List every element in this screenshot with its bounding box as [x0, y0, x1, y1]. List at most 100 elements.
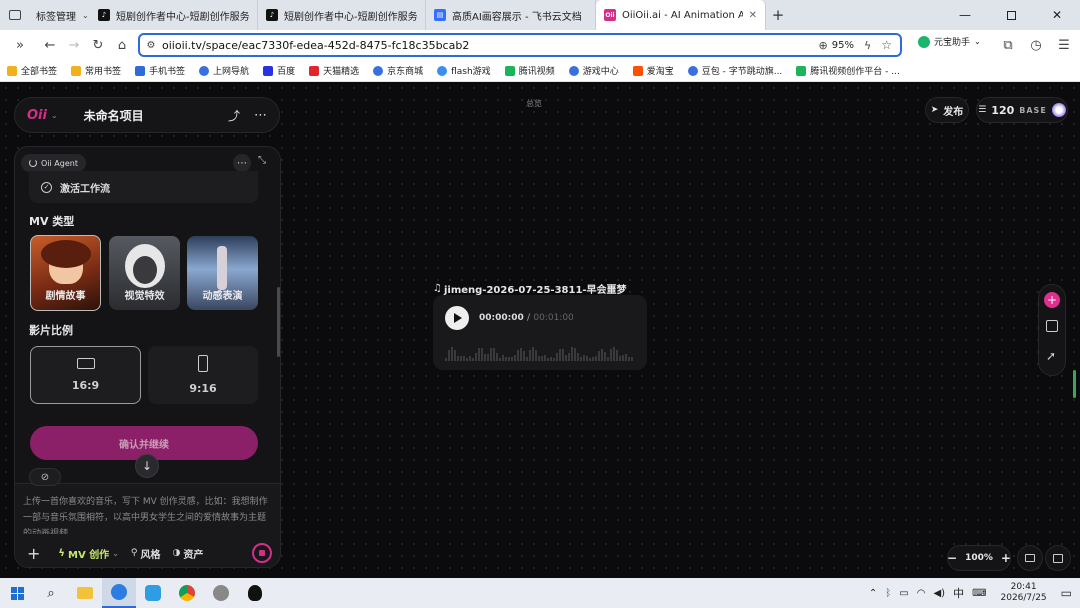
- share-icon[interactable]: ⤴: [228, 107, 240, 124]
- scroll-down-button[interactable]: ↓: [135, 454, 159, 478]
- bookmark-flash[interactable]: flash游戏: [430, 64, 498, 77]
- bookmark-mobile[interactable]: 手机书签: [128, 64, 192, 77]
- qq-icon[interactable]: [238, 578, 272, 608]
- maximize-button[interactable]: [988, 10, 1034, 20]
- canvas-scrollbar[interactable]: [1073, 370, 1076, 398]
- clock[interactable]: 20:41 2026/7/25: [1001, 582, 1047, 604]
- unknown-app-icon[interactable]: [204, 578, 238, 608]
- input-method-icon[interactable]: ⌨: [972, 588, 986, 599]
- display-icon[interactable]: ▭: [899, 588, 908, 599]
- star-icon[interactable]: ☆: [881, 38, 892, 52]
- notification-icon[interactable]: ▭: [1061, 586, 1072, 600]
- prompt-input[interactable]: 上传一首你喜欢的音乐，写下 MV 创作灵感，比如：我想制作一部与音乐氛围相符，以…: [23, 494, 273, 534]
- tab-tab-manager[interactable]: 标签管理 ⌄: [30, 0, 90, 30]
- new-tab-button[interactable]: +: [766, 6, 790, 24]
- back-button[interactable]: ←: [38, 33, 62, 57]
- close-tab-icon[interactable]: ✕: [749, 10, 757, 21]
- assistant-button[interactable]: 元宝助手 ⌄: [918, 35, 981, 48]
- ratio-option-landscape[interactable]: 16:9: [30, 346, 141, 404]
- panel-scrollbar[interactable]: [277, 287, 280, 357]
- forward-button[interactable]: →: [62, 33, 86, 57]
- logo-menu[interactable]: Oii ⌄: [15, 108, 58, 123]
- bookmark-tencent-video[interactable]: 腾讯视频: [498, 64, 562, 77]
- chevron-down-icon[interactable]: ⌄: [82, 11, 89, 20]
- sidebar-toggle-icon[interactable]: »: [8, 33, 32, 57]
- waveform-bar: [460, 356, 462, 361]
- bookmark-baidu[interactable]: 百度: [256, 64, 302, 77]
- start-button[interactable]: [0, 578, 34, 608]
- browser-taskbar-icon[interactable]: [102, 578, 136, 608]
- history-icon[interactable]: ◷: [1024, 33, 1048, 57]
- minimize-button[interactable]: —: [942, 8, 988, 22]
- mv-type-card-performance[interactable]: 动感表演: [187, 236, 258, 310]
- credits-badge[interactable]: ☰ 120 BASE: [976, 97, 1068, 123]
- cursor-icon[interactable]: ➚: [1046, 349, 1056, 363]
- bookmark-taobao[interactable]: 爱淘宝: [626, 64, 681, 77]
- url-field[interactable]: ⚙ oiioii.tv/space/eac7330f-edea-452d-847…: [138, 33, 902, 57]
- home-button[interactable]: ⌂: [110, 33, 134, 57]
- mv-type-card-vfx[interactable]: 视觉特效: [109, 236, 180, 310]
- tab-douyin-2[interactable]: ♪ 短剧创作者中心-短剧创作服务平台: [258, 0, 426, 30]
- mv-type-card-story[interactable]: 剧情故事: [30, 235, 101, 311]
- plan-label: BASE: [1019, 105, 1047, 115]
- zoom-icon[interactable]: ⊕: [819, 39, 828, 52]
- lightning-icon[interactable]: ϟ: [864, 39, 871, 52]
- zoom-in-button[interactable]: +: [1001, 551, 1011, 565]
- attach-icon[interactable]: ⊘: [29, 468, 61, 486]
- tab-oiioii[interactable]: Oii OiiOii.ai - AI Animation Agent ✕: [596, 0, 766, 30]
- tab-douyin-1[interactable]: ♪ 短剧创作者中心-短剧创作服务平台: [90, 0, 258, 30]
- volume-icon[interactable]: ◀): [933, 588, 945, 599]
- close-window-button[interactable]: ✕: [1034, 8, 1080, 22]
- menu-icon[interactable]: ☰: [1052, 33, 1076, 57]
- publish-button[interactable]: ➤ 发布: [925, 97, 969, 123]
- tab-switcher-icon[interactable]: [0, 0, 30, 30]
- bookmark-all[interactable]: 全部书签: [0, 64, 64, 77]
- bookmark-tencent-creator[interactable]: 腾讯视频创作平台 - ...: [789, 64, 907, 77]
- collapse-icon[interactable]: ⤡: [258, 155, 266, 166]
- avatar[interactable]: [1051, 103, 1066, 117]
- ratio-option-portrait[interactable]: 9:16: [148, 346, 258, 404]
- site-info-icon[interactable]: ⚙: [140, 40, 162, 51]
- bookmark-doubao[interactable]: 豆包 - 字节跳动旗...: [681, 64, 790, 77]
- bookmark-tmall[interactable]: 天猫精选: [302, 64, 366, 77]
- zoom-out-button[interactable]: −: [947, 551, 957, 565]
- bookmark-common[interactable]: 常用书签: [64, 64, 128, 77]
- file-explorer-icon[interactable]: [68, 578, 102, 608]
- globe-icon: [199, 65, 210, 76]
- layout-icon[interactable]: [1046, 320, 1058, 332]
- chrome-icon[interactable]: [170, 578, 204, 608]
- waveform-bar: [499, 358, 501, 361]
- search-icon[interactable]: ⌕: [34, 578, 68, 608]
- reload-button[interactable]: ↻: [86, 33, 110, 57]
- bookmark-games[interactable]: 游戏中心: [562, 64, 626, 77]
- zoom-value[interactable]: 100%: [965, 553, 993, 563]
- audio-node-title[interactable]: ♫ jimeng-2026-07-25-3811-早会噩梦: [433, 281, 627, 296]
- ime-indicator[interactable]: 中: [953, 585, 964, 601]
- bookmark-nav[interactable]: 上网导航: [192, 64, 256, 77]
- waveform[interactable]: [445, 343, 635, 361]
- mode-selector[interactable]: ϟ MV 创作 ⌄: [58, 546, 118, 561]
- audio-node[interactable]: 00:00:00 / 00:01:00: [433, 295, 647, 370]
- chevron-up-icon[interactable]: ⌃: [869, 588, 877, 599]
- zoom-level[interactable]: 95%: [832, 40, 854, 51]
- panel-toggle-button[interactable]: [1045, 545, 1071, 571]
- app-taskbar-icon[interactable]: [136, 578, 170, 608]
- wifi-icon[interactable]: ◠: [917, 588, 926, 599]
- more-icon[interactable]: ⋯: [233, 154, 251, 172]
- more-icon[interactable]: ⋯: [254, 108, 267, 123]
- project-title[interactable]: 未命名项目: [84, 107, 144, 124]
- tab-feishu-doc[interactable]: ▤ 高质AI画容展示 - 飞书云文档: [426, 0, 596, 30]
- bluetooth-icon[interactable]: ᛒ: [885, 588, 891, 599]
- minimap-button[interactable]: [1017, 545, 1043, 571]
- play-button[interactable]: [445, 306, 469, 330]
- assets-button[interactable]: ◑ 资产: [172, 546, 203, 561]
- add-icon[interactable]: +: [27, 544, 40, 563]
- waveform-bar: [589, 358, 591, 361]
- style-button[interactable]: ⚲ 风格: [131, 546, 161, 561]
- stop-button[interactable]: [252, 543, 272, 563]
- bookmark-jd[interactable]: 京东商城: [366, 64, 430, 77]
- waveform-bar: [604, 352, 606, 361]
- add-node-button[interactable]: +: [1044, 292, 1060, 308]
- extensions-icon[interactable]: ⧉: [996, 33, 1020, 57]
- workflow-item[interactable]: ✓ 激活工作流: [29, 171, 258, 203]
